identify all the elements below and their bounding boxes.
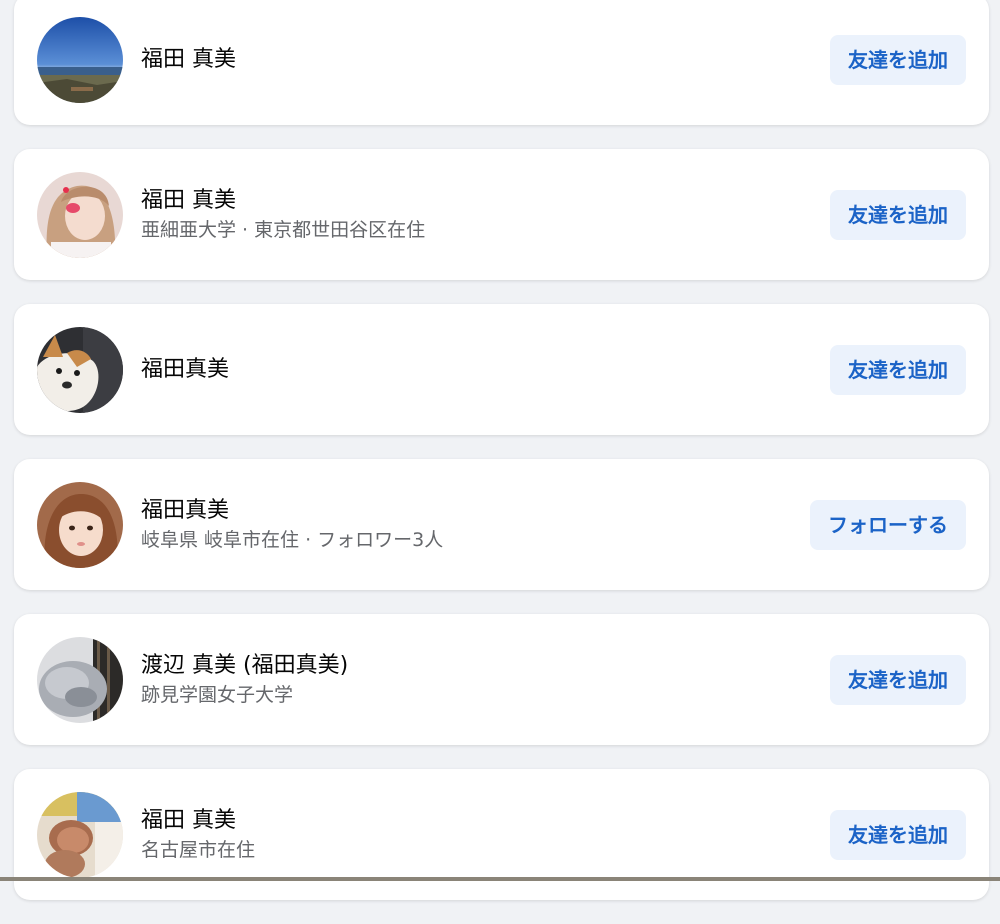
profile-name[interactable]: 福田真美 — [141, 496, 443, 526]
add-friend-button[interactable]: 友達を追加 — [830, 655, 966, 705]
landscape-photo-icon — [37, 17, 123, 103]
add-friend-button[interactable]: 友達を追加 — [830, 190, 966, 240]
person-photo-icon — [37, 482, 123, 568]
add-friend-button[interactable]: 友達を追加 — [830, 810, 966, 860]
result-card[interactable]: 福田 真美 亜細亜大学 · 東京都世田谷区在住 友達を追加 — [14, 149, 989, 280]
profile-name[interactable]: 渡辺 真美 (福田真美) — [141, 651, 348, 681]
follow-button[interactable]: フォローする — [810, 500, 966, 550]
profile-name[interactable]: 福田 真美 — [141, 806, 255, 836]
profile-subtitle: 跡見学園女子大学 — [141, 683, 294, 706]
profile-avatar[interactable] — [37, 482, 123, 568]
profile-name[interactable]: 福田 真美 — [141, 45, 236, 75]
profile-subtitle: 岐阜県 岐阜市在住 · フォロワー3人 — [141, 528, 444, 551]
dog-photo-icon — [37, 327, 123, 413]
add-friend-button[interactable]: 友達を追加 — [830, 345, 966, 395]
baby-photo-icon — [37, 792, 123, 878]
profile-name[interactable]: 福田 真美 — [141, 186, 425, 216]
result-card[interactable]: 福田真美 岐阜県 岐阜市在住 · フォロワー3人 フォローする — [14, 459, 989, 590]
profile-avatar[interactable] — [37, 17, 123, 103]
result-card[interactable]: 福田 真美 友達を追加 — [14, 0, 989, 125]
animal-photo-icon — [37, 637, 123, 723]
profile-subtitle: 亜細亜大学 · 東京都世田谷区在住 — [141, 218, 426, 241]
result-card[interactable]: 福田真美 友達を追加 — [14, 304, 989, 435]
profile-avatar[interactable] — [37, 637, 123, 723]
profile-subtitle: 名古屋市在住 — [141, 838, 256, 861]
add-friend-button[interactable]: 友達を追加 — [830, 35, 966, 85]
profile-avatar[interactable] — [37, 792, 123, 878]
profile-avatar[interactable] — [37, 327, 123, 413]
person-photo-icon — [37, 172, 123, 258]
profile-avatar[interactable] — [37, 172, 123, 258]
result-card[interactable]: 渡辺 真美 (福田真美) 跡見学園女子大学 友達を追加 — [14, 614, 989, 745]
search-results-list: 福田 真美 友達を追加 福田 真美 亜細亜大学 · 東京都世田谷区在住 友達を追… — [14, 0, 989, 924]
bottom-edge — [0, 877, 1000, 881]
profile-name[interactable]: 福田真美 — [141, 355, 229, 385]
